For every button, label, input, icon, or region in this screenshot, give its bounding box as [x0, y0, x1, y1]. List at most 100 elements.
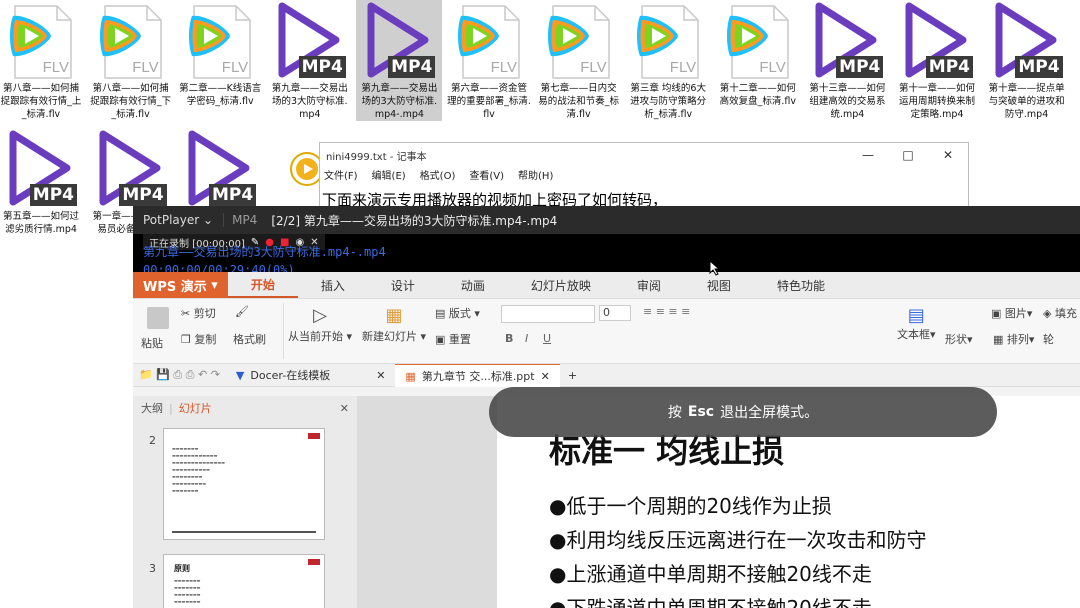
fill-icon: ◈: [1043, 307, 1052, 320]
file-name: 第十三章——如何组建高效的交易系统.mp4: [809, 83, 886, 120]
notepad-window[interactable]: nini4999.txt - 记事本 — □ ✕ 文件(F) 编辑(E) 格式(…: [319, 142, 969, 214]
add-tab-icon[interactable]: +: [560, 369, 585, 382]
desktop-file[interactable]: FLV 第十二章——如何高效复盘_标清.flv: [715, 0, 801, 108]
flv-label: FLV: [580, 59, 607, 76]
notepad-menubar: 文件(F) 编辑(E) 格式(O) 查看(V) 帮助(H): [320, 167, 968, 183]
underline-button[interactable]: U: [543, 332, 551, 345]
tab-review[interactable]: 审阅: [614, 277, 684, 294]
desktop-file[interactable]: MP4 第十三章——如何组建高效的交易系统.mp4: [804, 0, 890, 121]
tab-animation[interactable]: 动画: [438, 277, 508, 294]
desktop-file[interactable]: MP4: [177, 128, 263, 210]
thumbnail-title: 原则: [174, 564, 190, 573]
close-icon[interactable]: ✕: [541, 370, 550, 383]
slides-tab[interactable]: 幻灯片: [179, 400, 212, 416]
close-icon[interactable]: ✕: [928, 148, 968, 162]
tencent-video-icon: [99, 15, 141, 57]
menu-edit[interactable]: 编辑(E): [372, 167, 406, 183]
player-titlebar[interactable]: PotPlayer ⌄ MP4 [2/2] 第九章——交易出场的3大防守标准.m…: [133, 206, 1080, 234]
player-brand[interactable]: PotPlayer ⌄: [133, 213, 223, 227]
brush-icon: 🖌: [235, 305, 249, 318]
minimize-icon[interactable]: —: [848, 148, 888, 162]
copy-button[interactable]: ❐ 复制: [181, 331, 216, 347]
layout-button[interactable]: ▤ 版式 ▾: [435, 305, 480, 321]
ppt-file-icon: ▦: [405, 369, 416, 383]
outline-button[interactable]: 轮: [1043, 331, 1054, 347]
desktop-file[interactable]: MP4 第九章——交易出场的3大防守标准.mp4: [267, 0, 353, 121]
file-name: 第五章——如何过滤劣质行情.mp4: [2, 211, 79, 235]
flv-label: FLV: [42, 59, 69, 76]
tab-design[interactable]: 设计: [368, 277, 438, 294]
outline-tab[interactable]: 大纲: [141, 400, 163, 416]
thumbnail-text-lines: ▬▬▬▬▬▬▬ ▬▬▬▬▬▬▬ ▬▬▬▬▬▬▬ ▬▬▬▬▬▬▬: [174, 578, 201, 604]
slide-thumbnail-3[interactable]: 原则 ▬▬▬▬▬▬▬ ▬▬▬▬▬▬▬ ▬▬▬▬▬▬▬ ▬▬▬▬▬▬▬: [163, 554, 325, 608]
tab-features[interactable]: 特色功能: [754, 277, 848, 294]
fill-button[interactable]: ◈ 填充: [1043, 305, 1077, 321]
desktop-file[interactable]: MP4 第十一章——如何运用周期转换来制定策略.mp4: [894, 0, 980, 121]
layout-icon: ▤: [435, 307, 446, 320]
file-name: 第十一章——如何运用周期转换来制定策略.mp4: [898, 83, 975, 120]
file-name: 第九章——交易出场的3大防守标准.mp4-.mp4: [361, 83, 438, 120]
new-slide-button[interactable]: ▦ 新建幻灯片 ▾: [359, 305, 429, 344]
close-icon[interactable]: ✕: [340, 402, 349, 415]
mp4-badge: MP4: [29, 184, 77, 206]
esc-fullscreen-toast: 按 Esc 退出全屏模式。: [489, 387, 997, 437]
slide-bullet: ●下跌通道中单周期不接触20线不走: [549, 596, 872, 608]
desktop-file[interactable]: FLV 第六章——资金管理的重要部署_标清.flv: [446, 0, 532, 121]
font-size-select[interactable]: 0: [599, 305, 631, 321]
mp4-badge: MP4: [119, 184, 167, 206]
mp4-badge: MP4: [925, 56, 973, 78]
notepad-title: nini4999.txt - 记事本: [326, 151, 427, 163]
file-name: 第十二章——如何高效复盘_标清.flv: [719, 83, 796, 107]
maximize-icon[interactable]: □: [888, 148, 928, 162]
desktop-file[interactable]: MP4 第五章——如何过滤劣质行情.mp4: [0, 128, 84, 236]
bold-button[interactable]: B: [505, 332, 513, 345]
desktop-file[interactable]: FLV 第八章——如何捕捉跟踪有效行情_下_标清.flv: [88, 0, 174, 121]
close-icon[interactable]: ✕: [376, 369, 385, 382]
picture-button[interactable]: ▣ 图片▾: [991, 305, 1032, 321]
mp4-badge: MP4: [388, 56, 436, 78]
play-from-current-button[interactable]: ▷ 从当前开始 ▾: [285, 305, 355, 344]
file-name: 第十章——捉点单与突破单的进攻和防守.mp4: [988, 83, 1065, 120]
flv-label: FLV: [132, 59, 159, 76]
menu-file[interactable]: 文件(F): [324, 167, 358, 183]
tencent-video-icon: [189, 15, 231, 57]
quick-access-icons[interactable]: 📁 💾 ⎙ ⎙ ↶ ↷: [133, 368, 226, 382]
desktop-file[interactable]: MP4 第十章——捉点单与突破单的进攻和防守.mp4: [984, 0, 1070, 121]
desktop-file[interactable]: FLV 第八章——如何捕捉跟踪有效行情_上_标清.flv: [0, 0, 84, 121]
ppt-document-tab[interactable]: ▦ 第九章节 交...标准.ppt ✕: [395, 363, 560, 387]
tab-slideshow[interactable]: 幻灯片放映: [508, 277, 614, 294]
paragraph-tools[interactable]: ≡ ≡ ≡ ≡: [643, 305, 690, 318]
docer-tab[interactable]: ▼ Docer-在线模板 ✕: [226, 364, 396, 386]
desktop-file[interactable]: MP4 第九章——交易出场的3大防守标准.mp4-.mp4: [356, 0, 443, 121]
format-brush-button[interactable]: 格式刷: [233, 331, 266, 347]
flv-label: FLV: [759, 59, 786, 76]
paste-button[interactable]: 粘贴: [141, 307, 169, 351]
desktop-file[interactable]: FLV 第七章——日内交易的战法和节奏_标清.flv: [536, 0, 622, 121]
shape-button[interactable]: 形状▾: [945, 331, 973, 347]
mp4-badge: MP4: [298, 56, 346, 78]
desktop-file[interactable]: FLV 第二章——K线语言学密码_标清.flv: [177, 0, 263, 108]
menu-view[interactable]: 查看(V): [469, 167, 504, 183]
wps-logo[interactable]: WPS 演示 ▾: [133, 272, 228, 298]
potplayer-window[interactable]: PotPlayer ⌄ MP4 [2/2] 第九章——交易出场的3大防守标准.m…: [133, 206, 1080, 608]
textbox-icon: ▤: [907, 305, 925, 326]
cut-button[interactable]: ✂ 剪切: [181, 305, 216, 321]
file-name: 第九章——交易出场的3大防守标准.mp4: [271, 83, 348, 120]
notepad-titlebar[interactable]: nini4999.txt - 记事本 — □ ✕: [320, 143, 968, 167]
mp4-badge: MP4: [208, 184, 257, 206]
italic-button[interactable]: I: [525, 332, 528, 345]
slide-thumbnail-2[interactable]: ▬▬▬▬▬▬▬ ▬▬▬▬▬▬▬▬▬▬▬▬ ▬▬▬▬▬▬▬▬▬▬▬▬▬▬ ▬▬▬▬▬▬▬…: [163, 428, 325, 540]
file-name: 第八章——如何捕捉跟踪有效行情_上_标清.flv: [0, 83, 82, 120]
menu-help[interactable]: 帮助(H): [518, 167, 553, 183]
paste-icon: [147, 307, 169, 329]
font-family-select[interactable]: [501, 305, 595, 323]
tab-home[interactable]: 开始: [227, 272, 298, 298]
menu-format[interactable]: 格式(O): [420, 167, 456, 183]
tencent-video-icon: [547, 15, 589, 57]
desktop-file[interactable]: FLV 第三章 均线的6大进攻与防守策略分析_标清.flv: [625, 0, 711, 121]
arrange-button[interactable]: ▦ 排列▾: [993, 331, 1034, 347]
textbox-button[interactable]: ▤ 文本框▾: [897, 305, 936, 342]
reset-button[interactable]: ▣ 重置: [435, 331, 471, 347]
tab-insert[interactable]: 插入: [298, 277, 368, 294]
thumbnail-text-lines: ▬▬▬▬▬▬▬ ▬▬▬▬▬▬▬▬▬▬▬▬ ▬▬▬▬▬▬▬▬▬▬▬▬▬▬ ▬▬▬▬▬▬▬…: [172, 446, 225, 493]
